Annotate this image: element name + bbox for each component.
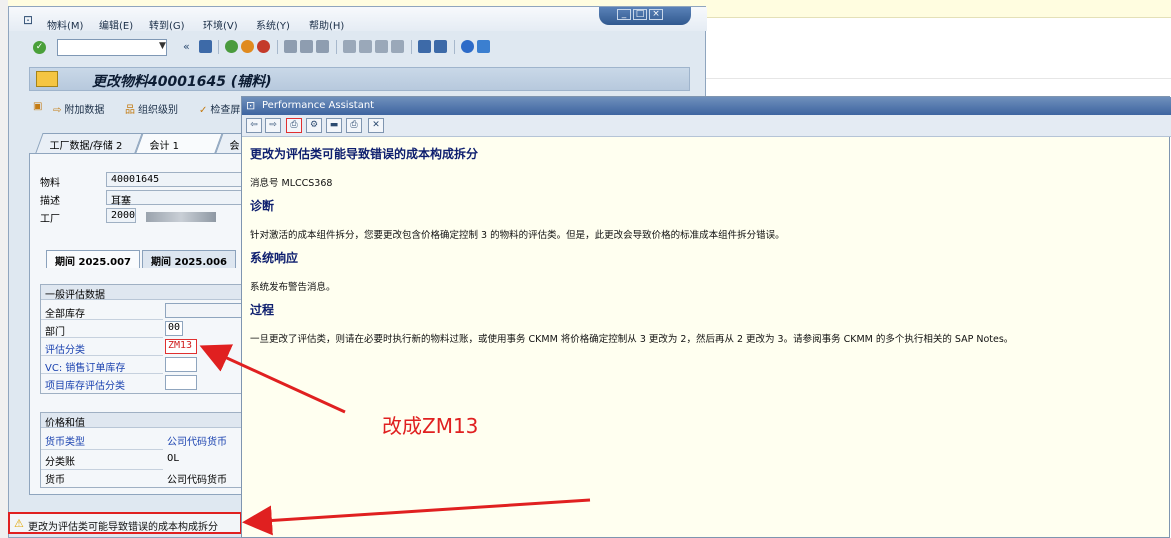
find-icon[interactable] bbox=[300, 40, 313, 53]
performance-assistant-window: ⊡ Performance Assistant ⇦ ⇨ ⎙ ⚙ ▬ ⎙ ✕ 更改… bbox=[241, 96, 1171, 538]
material-value: 40001645 bbox=[106, 172, 246, 187]
division-label: 部门 bbox=[45, 327, 65, 338]
ledger-label: 分类账 bbox=[45, 457, 75, 468]
diagnosis-heading: 诊断 bbox=[250, 199, 275, 213]
menu-goto[interactable]: 转到(G) bbox=[149, 17, 185, 32]
help-icon[interactable] bbox=[461, 40, 474, 53]
page-title: 更改物料40001645 (辅料) bbox=[92, 74, 272, 90]
menu-material[interactable]: 物料(M) bbox=[47, 17, 83, 32]
history-back-icon[interactable]: « bbox=[183, 40, 190, 53]
message-heading: 更改为评估类可能导致错误的成本构成拆分 bbox=[250, 147, 479, 161]
description-label: 描述 bbox=[40, 196, 60, 207]
org-levels-button[interactable]: 品组织级别 bbox=[125, 101, 178, 116]
message-number: 消息号 MLCCS368 bbox=[250, 178, 333, 189]
print-icon[interactable] bbox=[284, 40, 297, 53]
bookmark-icon[interactable]: ▬ bbox=[326, 118, 342, 133]
total-stock-field bbox=[165, 303, 245, 318]
valuation-class-field[interactable]: ZM13 bbox=[165, 339, 197, 354]
save-icon[interactable] bbox=[199, 40, 212, 53]
close-icon[interactable]: ✕ bbox=[368, 118, 384, 133]
material-label: 物料 bbox=[40, 178, 60, 189]
system-response-heading: 系统响应 bbox=[250, 251, 299, 265]
material-icon bbox=[36, 71, 58, 87]
other-view-icon[interactable]: ▣ bbox=[33, 101, 45, 112]
currency-type-value[interactable]: 公司代码货币 bbox=[167, 433, 227, 448]
maximize-icon[interactable]: □ bbox=[633, 9, 647, 20]
menu-bar: ⊡ 物料(M) 编辑(E) 转到(G) 环境(V) 系统(Y) 帮助(H) _ … bbox=[9, 7, 707, 32]
next-page-icon[interactable] bbox=[375, 40, 388, 53]
system-menu-icon[interactable]: ⊡ bbox=[23, 13, 33, 27]
annotation-label: 改成ZM13 bbox=[382, 414, 479, 438]
close-icon[interactable]: × bbox=[649, 9, 663, 20]
tab-plant-storage-2[interactable]: 工厂数据/存储 2 bbox=[35, 133, 143, 153]
window-controls: _ □ × bbox=[599, 7, 691, 25]
minimize-icon[interactable]: _ bbox=[617, 9, 631, 20]
background-divider bbox=[706, 78, 1171, 79]
project-stock-label: 项目库存评估分类 bbox=[45, 381, 125, 392]
new-session-icon[interactable] bbox=[418, 40, 431, 53]
cancel-icon[interactable] bbox=[257, 40, 270, 53]
left-edge-strip bbox=[0, 0, 8, 538]
total-stock-label: 全部库存 bbox=[45, 309, 85, 320]
currency-label: 货币 bbox=[45, 475, 65, 486]
back-arrow-icon[interactable]: ⇦ bbox=[246, 118, 262, 133]
diagnosis-text: 针对激活的成本组件拆分，您要更改包含价格确定控制 3 的物料的评估类。但是，此更… bbox=[250, 230, 785, 241]
procedure-text: 一旦更改了评估类，则请在必要时执行新的物料过账，或使用事务 CKMM 将价格确定… bbox=[250, 334, 1014, 345]
transaction-title-bar: 更改物料40001645 (辅料) bbox=[29, 67, 690, 91]
group-title: 一般评估数据 bbox=[41, 285, 253, 301]
currency-value: 公司代码货币 bbox=[167, 475, 227, 486]
system-response-text: 系统发布警告消息。 bbox=[250, 282, 336, 293]
pa-toolbar: ⇦ ⇨ ⎙ ⚙ ▬ ⎙ ✕ bbox=[242, 115, 1171, 137]
settings-icon[interactable]: ⚙ bbox=[306, 118, 322, 133]
plant-value: 2000 bbox=[106, 208, 136, 223]
window-icon: ⊡ bbox=[246, 99, 256, 112]
division-field[interactable]: 00 bbox=[165, 321, 183, 336]
first-page-icon[interactable] bbox=[343, 40, 356, 53]
tab-period-previous[interactable]: 期间 2025.006 bbox=[142, 250, 236, 268]
menu-environment[interactable]: 环境(V) bbox=[203, 17, 238, 32]
shortcut-icon[interactable] bbox=[434, 40, 447, 53]
forward-arrow-icon[interactable]: ⇨ bbox=[265, 118, 281, 133]
layout-menu-icon[interactable] bbox=[477, 40, 490, 53]
print-icon[interactable]: ⎙ bbox=[346, 118, 362, 133]
valuation-class-label: 评估分类 bbox=[45, 345, 85, 356]
menu-edit[interactable]: 编辑(E) bbox=[99, 17, 133, 32]
redacted-plant-name bbox=[146, 212, 216, 222]
project-stock-field[interactable] bbox=[165, 375, 197, 390]
status-bar-message[interactable]: ⚠ 更改为评估类可能导致错误的成本构成拆分 bbox=[8, 512, 242, 534]
technical-info-icon[interactable]: ⎙ bbox=[286, 118, 302, 133]
exit-icon[interactable] bbox=[241, 40, 254, 53]
prev-page-icon[interactable] bbox=[359, 40, 372, 53]
find-next-icon[interactable] bbox=[316, 40, 329, 53]
menu-system[interactable]: 系统(Y) bbox=[256, 17, 290, 32]
pa-title-bar: ⊡ Performance Assistant bbox=[242, 97, 1171, 115]
pa-title: Performance Assistant bbox=[262, 100, 375, 111]
procedure-heading: 过程 bbox=[250, 303, 275, 317]
sales-order-stock-field[interactable] bbox=[165, 357, 197, 372]
status-text: 更改为评估类可能导致错误的成本构成拆分 bbox=[28, 522, 218, 533]
enter-check-icon[interactable]: ✓ bbox=[33, 41, 46, 54]
menu-help[interactable]: 帮助(H) bbox=[309, 17, 344, 32]
additional-data-button[interactable]: ⇨ 附加数据 bbox=[53, 101, 104, 116]
warning-icon: ⚠ bbox=[14, 517, 24, 530]
sales-order-stock-label: VC: 销售订单库存 bbox=[45, 363, 126, 374]
tab-period-current[interactable]: 期间 2025.007 bbox=[46, 250, 140, 268]
general-valuation-group: 一般评估数据 全部库存 部门 00 评估分类 ZM13 VC: 销售订单库存 项… bbox=[40, 284, 254, 394]
price-value-group: 价格和值 货币类型 公司代码货币 分类账 0L 货币 公司代码货币 bbox=[40, 412, 254, 488]
plant-label: 工厂 bbox=[40, 214, 60, 225]
group-title: 价格和值 bbox=[41, 413, 253, 429]
chevron-down-icon[interactable]: ▼ bbox=[159, 41, 166, 51]
currency-type-label: 货币类型 bbox=[45, 437, 85, 448]
ledger-value: 0L bbox=[167, 453, 179, 464]
command-field[interactable] bbox=[57, 39, 167, 56]
check-screen-button[interactable]: ✓ 检查屏 bbox=[199, 101, 240, 116]
standard-toolbar: ✓ ▼ « bbox=[9, 37, 707, 59]
tab-accounting-1[interactable]: 会计 1 bbox=[135, 133, 223, 153]
description-value: 耳塞 bbox=[106, 190, 246, 207]
last-page-icon[interactable] bbox=[391, 40, 404, 53]
back-icon[interactable] bbox=[225, 40, 238, 53]
